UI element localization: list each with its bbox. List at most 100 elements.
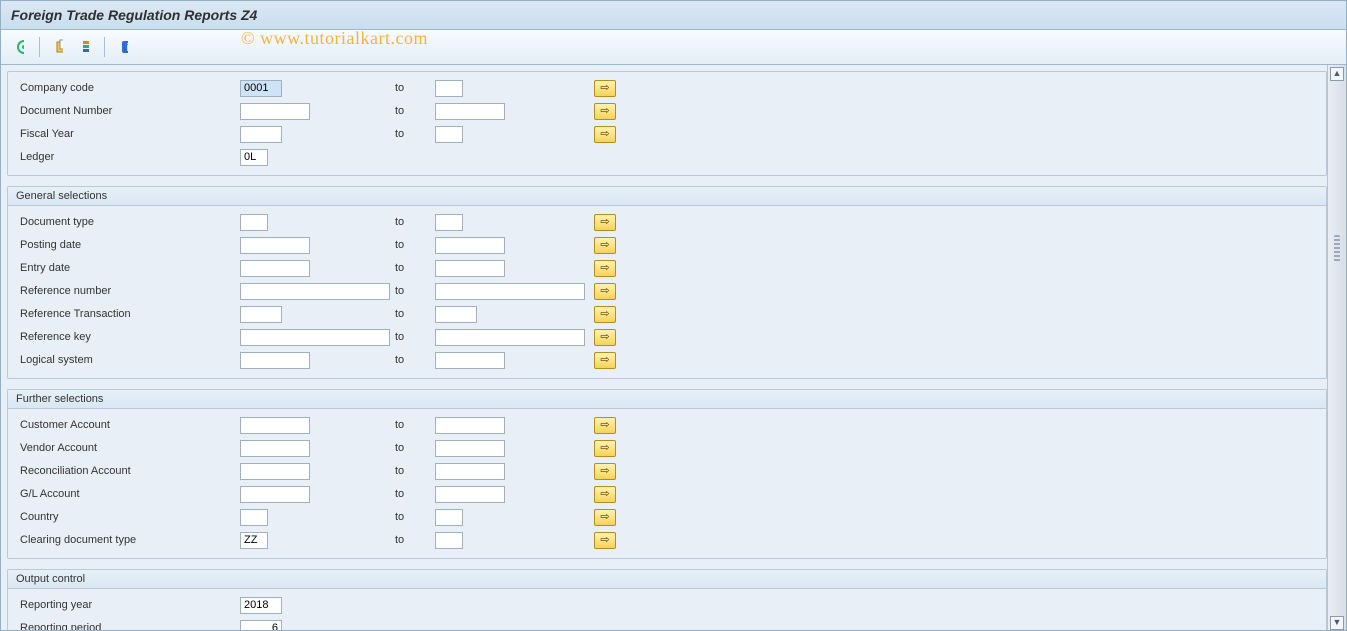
reporting-period-from-input[interactable] bbox=[240, 620, 282, 631]
logical-system-from-input[interactable] bbox=[240, 352, 310, 369]
to-label: to bbox=[395, 511, 435, 523]
field-label: Document type bbox=[16, 216, 240, 228]
reference-number-from-input[interactable] bbox=[240, 283, 390, 300]
fiscal-year-multiple-selection-button[interactable]: ⇨ bbox=[594, 126, 616, 143]
clearing-document-type-from-input[interactable] bbox=[240, 532, 268, 549]
clearing-document-type-multiple-selection-button[interactable]: ⇨ bbox=[594, 532, 616, 549]
to-label: to bbox=[395, 82, 435, 94]
field-row-g-l-account: G/L Account to ⇨ bbox=[16, 483, 1318, 505]
field-row-ledger: Ledger bbox=[16, 146, 1318, 168]
group-title: Further selections bbox=[8, 390, 1326, 409]
reconciliation-account-multiple-selection-button[interactable]: ⇨ bbox=[594, 463, 616, 480]
reference-key-from-input[interactable] bbox=[240, 329, 390, 346]
field-label: Company code bbox=[16, 82, 240, 94]
reference-transaction-from-input[interactable] bbox=[240, 306, 282, 323]
country-multiple-selection-button[interactable]: ⇨ bbox=[594, 509, 616, 526]
document-number-to-input[interactable] bbox=[435, 103, 505, 120]
g-l-account-from-input[interactable] bbox=[240, 486, 310, 503]
country-from-input[interactable] bbox=[240, 509, 268, 526]
field-row-posting-date: Posting dateto⇨ bbox=[16, 234, 1318, 256]
field-row-customer-account: Customer Accountto⇨ bbox=[16, 414, 1318, 436]
toolbar-separator bbox=[104, 37, 105, 57]
customer-account-from-input[interactable] bbox=[240, 417, 310, 434]
field-label: Fiscal Year bbox=[16, 128, 240, 140]
arrow-right-icon: ⇨ bbox=[600, 355, 609, 366]
selection-screen[interactable]: Company codeto⇨Document Numberto⇨Fiscal … bbox=[1, 65, 1327, 631]
reconciliation-account-to-input[interactable] bbox=[435, 463, 505, 480]
to-label: to bbox=[395, 419, 435, 431]
scroll-up-button[interactable]: ▲ bbox=[1330, 67, 1344, 81]
g-l-account-multiple-selection-button[interactable]: ⇨ bbox=[594, 486, 616, 503]
clearing-document-type-to-input[interactable] bbox=[435, 532, 463, 549]
reconciliation-account-from-input[interactable] bbox=[240, 463, 310, 480]
logical-system-multiple-selection-button[interactable]: ⇨ bbox=[594, 352, 616, 369]
document-type-from-input[interactable] bbox=[240, 214, 268, 231]
group-title: Output control bbox=[8, 570, 1326, 589]
reference-transaction-multiple-selection-button[interactable]: ⇨ bbox=[594, 306, 616, 323]
information-button[interactable]: i bbox=[113, 36, 135, 58]
drag-handle-icon[interactable] bbox=[1334, 235, 1340, 263]
variant-icon bbox=[55, 39, 63, 55]
arrow-right-icon: ⇨ bbox=[600, 240, 609, 251]
entry-date-multiple-selection-button[interactable]: ⇨ bbox=[594, 260, 616, 277]
field-row-entry-date: Entry dateto⇨ bbox=[16, 257, 1318, 279]
g-l-account-to-input[interactable] bbox=[435, 486, 505, 503]
posting-date-to-input[interactable] bbox=[435, 237, 505, 254]
sap-window: Foreign Trade Regulation Reports Z4 i © … bbox=[0, 0, 1347, 631]
field-label: G/L Account bbox=[16, 488, 240, 500]
fiscal-year-from-input[interactable] bbox=[240, 126, 282, 143]
document-type-to-input[interactable] bbox=[435, 214, 463, 231]
body: Company codeto⇨Document Numberto⇨Fiscal … bbox=[1, 65, 1346, 631]
right-scroll-rail[interactable]: ▲ ▼ bbox=[1327, 65, 1346, 631]
reference-key-multiple-selection-button[interactable]: ⇨ bbox=[594, 329, 616, 346]
group-further-selections: Further selectionsCustomer Accountto⇨Ven… bbox=[7, 389, 1327, 559]
document-number-from-input[interactable] bbox=[240, 103, 310, 120]
scroll-down-button[interactable]: ▼ bbox=[1330, 616, 1344, 630]
group-output-control: Output controlReporting yearReporting pe… bbox=[7, 569, 1327, 631]
field-label: Reference key bbox=[16, 331, 240, 343]
reference-key-to-input[interactable] bbox=[435, 329, 585, 346]
field-row-reporting-year: Reporting year bbox=[16, 594, 1318, 616]
execute-button[interactable] bbox=[9, 36, 31, 58]
reference-number-to-input[interactable] bbox=[435, 283, 585, 300]
reference-number-multiple-selection-button[interactable]: ⇨ bbox=[594, 283, 616, 300]
arrow-right-icon: ⇨ bbox=[600, 535, 609, 546]
company-code-multiple-selection-button[interactable]: ⇨ bbox=[594, 80, 616, 97]
toolbar-separator bbox=[39, 37, 40, 57]
vendor-account-multiple-selection-button[interactable]: ⇨ bbox=[594, 440, 616, 457]
document-type-multiple-selection-button[interactable]: ⇨ bbox=[594, 214, 616, 231]
header-selection-group: Company codeto⇨Document Numberto⇨Fiscal … bbox=[7, 71, 1327, 176]
field-label: Vendor Account bbox=[16, 442, 240, 454]
field-label: Posting date bbox=[16, 239, 240, 251]
reference-transaction-to-input[interactable] bbox=[435, 306, 477, 323]
to-label: to bbox=[395, 442, 435, 454]
field-label: Reference number bbox=[16, 285, 240, 297]
posting-date-from-input[interactable] bbox=[240, 237, 310, 254]
customer-account-multiple-selection-button[interactable]: ⇨ bbox=[594, 417, 616, 434]
entry-date-from-input[interactable] bbox=[240, 260, 310, 277]
customer-account-to-input[interactable] bbox=[435, 417, 505, 434]
to-label: to bbox=[395, 488, 435, 500]
document-number-multiple-selection-button[interactable]: ⇨ bbox=[594, 103, 616, 120]
to-label: to bbox=[395, 262, 435, 274]
ledger-from-input[interactable] bbox=[240, 149, 268, 166]
vendor-account-to-input[interactable] bbox=[435, 440, 505, 457]
company-code-to-input[interactable] bbox=[435, 80, 463, 97]
company-code-from-input[interactable] bbox=[240, 80, 282, 97]
field-label: Reference Transaction bbox=[16, 308, 240, 320]
fiscal-year-to-input[interactable] bbox=[435, 126, 463, 143]
selection-options-button[interactable] bbox=[74, 36, 96, 58]
logical-system-to-input[interactable] bbox=[435, 352, 505, 369]
country-to-input[interactable] bbox=[435, 509, 463, 526]
arrow-right-icon: ⇨ bbox=[600, 332, 609, 343]
entry-date-to-input[interactable] bbox=[435, 260, 505, 277]
page-title: Foreign Trade Regulation Reports Z4 bbox=[1, 1, 1346, 30]
vendor-account-from-input[interactable] bbox=[240, 440, 310, 457]
field-row-reference-number: Reference numberto⇨ bbox=[16, 280, 1318, 302]
field-row-reconciliation-account: Reconciliation Accountto⇨ bbox=[16, 460, 1318, 482]
field-row-country: Countryto⇨ bbox=[16, 506, 1318, 528]
posting-date-multiple-selection-button[interactable]: ⇨ bbox=[594, 237, 616, 254]
get-variant-button[interactable] bbox=[48, 36, 70, 58]
reporting-year-from-input[interactable] bbox=[240, 597, 282, 614]
field-label: Reconciliation Account bbox=[16, 465, 240, 477]
